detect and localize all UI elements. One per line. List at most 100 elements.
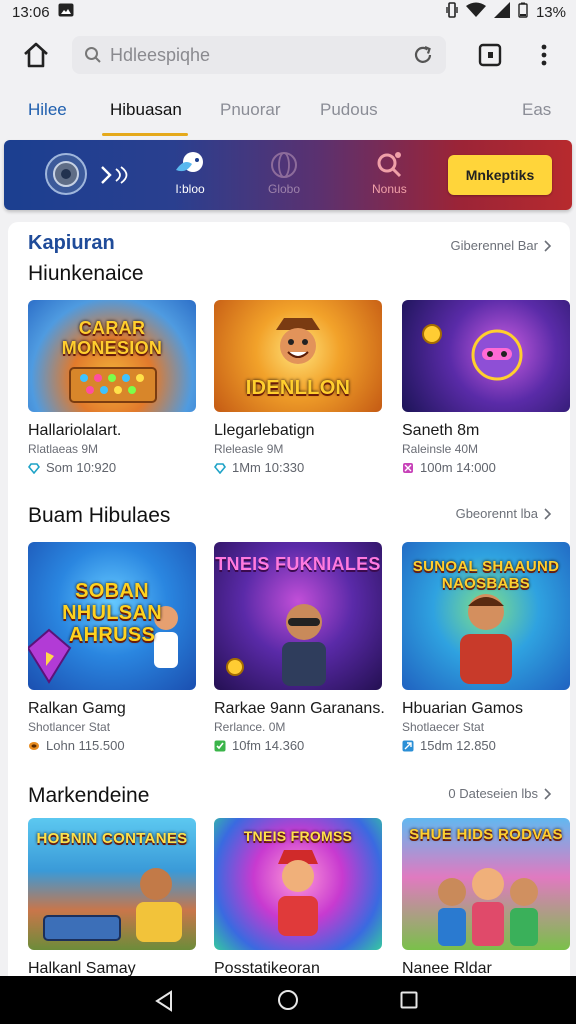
banner-item-search[interactable]: Nonus bbox=[372, 150, 407, 196]
card-meta-text: 10fm 14.360 bbox=[232, 738, 305, 753]
home-button[interactable] bbox=[20, 40, 52, 70]
card-title: Ralkan Gamg bbox=[28, 700, 126, 717]
chevron-right-icon bbox=[101, 166, 128, 184]
recents-button[interactable] bbox=[400, 991, 418, 1014]
card-meta: 1Mm 10:330 bbox=[214, 460, 382, 475]
back-icon bbox=[155, 990, 172, 1012]
game-thumbnail bbox=[402, 300, 570, 412]
chevron-right-icon bbox=[544, 239, 552, 252]
banner-item-globe[interactable]: Globo bbox=[268, 150, 300, 196]
tab-4[interactable]: Eas bbox=[522, 100, 551, 120]
banner-item-arrow[interactable] bbox=[100, 164, 134, 186]
bird-icon bbox=[176, 152, 203, 172]
battery-icon bbox=[518, 2, 528, 22]
section-2-see-all[interactable]: 0 Dateseien lbs bbox=[448, 786, 552, 801]
banner-cta-button[interactable]: Mnkeptiks bbox=[448, 155, 552, 195]
character-icon bbox=[276, 318, 320, 364]
tab-1[interactable]: Hibuasan bbox=[110, 100, 182, 120]
card-title: Nanee Rldar bbox=[402, 960, 492, 976]
card-title: Halkanl Samay bbox=[28, 960, 136, 976]
game-thumbnail: SHUE HIDS RODVAS bbox=[402, 818, 570, 950]
section-0-card-0[interactable]: CARAR MONESION Hallariolalart. Rlatlaeas… bbox=[28, 300, 196, 475]
speaker-icon bbox=[45, 153, 87, 195]
card-subtitle: Rlatlaeas 9M bbox=[28, 442, 99, 456]
vibrate-icon bbox=[446, 2, 458, 22]
thumbnail-caption: TNEIS FROMSS bbox=[243, 828, 353, 844]
section-0-title: Hiunkenaice bbox=[28, 262, 144, 285]
section-0-card-1[interactable]: IDENLLON Llegarlebatign Rleleasle 9M 1Mm… bbox=[214, 300, 382, 475]
banner-item-search-label: Nonus bbox=[372, 182, 407, 196]
home-nav-button[interactable] bbox=[276, 988, 300, 1017]
card-subtitle: Rerlance. 0M bbox=[214, 720, 286, 734]
section-0-see-all[interactable]: Giberennel Bar bbox=[451, 238, 552, 253]
card-meta-text: 15dm 12.850 bbox=[420, 738, 496, 753]
back-button[interactable] bbox=[154, 990, 174, 1017]
banner-item-speaker[interactable] bbox=[44, 152, 88, 196]
tab-0[interactable]: Hilee bbox=[28, 100, 67, 120]
section-1-card-2[interactable]: SUNOAL SHAAUND NAOSBABS Hbuarian Gamos S… bbox=[402, 542, 570, 753]
character-icon bbox=[460, 594, 512, 684]
overflow-menu-button[interactable] bbox=[534, 42, 554, 68]
diamond-icon bbox=[214, 462, 226, 474]
banner-item-bird-label: I:bloo bbox=[175, 182, 205, 196]
chevron-right-icon bbox=[544, 787, 552, 800]
system-navigation-bar bbox=[0, 976, 576, 1024]
section-1: Buam Hibulaes Gbeorennt lba SOBAN NHULSA… bbox=[8, 500, 570, 770]
thumbnail-caption: SOBAN NHULSAN AHRUSS bbox=[62, 580, 162, 646]
card-meta-text: 100m 14:000 bbox=[420, 460, 496, 475]
image-notification-icon bbox=[58, 3, 74, 21]
reload-icon[interactable] bbox=[412, 44, 434, 66]
card-meta: Som 10:920 bbox=[28, 460, 196, 475]
game-thumbnail: TNEIS FROMSS bbox=[214, 818, 382, 950]
character-icon bbox=[278, 850, 318, 936]
search-icon bbox=[377, 152, 402, 178]
card-meta: 15dm 12.850 bbox=[402, 738, 570, 753]
globe-icon bbox=[271, 152, 298, 178]
card-title: Posstatikeoran bbox=[214, 960, 320, 976]
address-text: Hdleespiqhe bbox=[110, 44, 211, 65]
content-panel: Kapiuran Giberennel Bar Hiunkenaice CARA… bbox=[8, 222, 570, 976]
thumbnail-caption: SHUE HIDS RODVAS bbox=[409, 826, 563, 843]
signal-icon bbox=[493, 2, 510, 22]
section-2-card-1[interactable]: TNEIS FROMSS Posstatikeoran bbox=[214, 818, 382, 976]
more-vert-icon bbox=[541, 44, 547, 66]
characters-icon bbox=[438, 868, 538, 946]
diamond-icon bbox=[28, 462, 40, 474]
banner-item-bird[interactable]: I:bloo bbox=[170, 150, 210, 196]
coin-icon bbox=[422, 324, 442, 344]
game-thumbnail: HOBNIN CONTANES bbox=[28, 818, 196, 950]
section-0-card-2[interactable]: Saneth 8m Raleinsle 40M 100m 14:000 bbox=[402, 300, 570, 475]
status-bar: 13:06 13% bbox=[0, 0, 576, 24]
home-icon bbox=[24, 42, 48, 68]
card-meta: 100m 14:000 bbox=[402, 460, 570, 475]
address-bar[interactable]: Hdleespiqhe bbox=[72, 36, 446, 74]
character-icon bbox=[282, 604, 326, 686]
section-2-see-all-label: 0 Dateseien lbs bbox=[448, 786, 538, 801]
section-1-card-1[interactable]: TNEIS FUKNIALES Rarkae 9ann Garanans. Re… bbox=[214, 542, 385, 753]
section-2: Markendeine 0 Dateseien lbs HOBNIN CONTA… bbox=[8, 780, 570, 976]
tab-switcher-button[interactable] bbox=[476, 42, 504, 68]
section-2-title: Markendeine bbox=[28, 784, 150, 807]
tab-2[interactable]: Pnuorar bbox=[220, 100, 280, 120]
browser-toolbar: Hdleespiqhe bbox=[0, 30, 576, 80]
status-left: 13:06 bbox=[12, 3, 74, 21]
game-board-icon bbox=[69, 367, 157, 403]
card-title: Hallariolalart. bbox=[28, 422, 122, 439]
section-2-card-0[interactable]: HOBNIN CONTANES Halkanl Samay bbox=[28, 818, 196, 976]
section-0-kicker: Kapiuran bbox=[28, 232, 115, 254]
thumbnail-caption: SUNOAL SHAAUND NAOSBABS bbox=[412, 558, 560, 592]
section-2-card-2[interactable]: SHUE HIDS RODVAS Nanee Rldar bbox=[402, 818, 570, 976]
wifi-icon bbox=[465, 2, 486, 22]
grid-icon bbox=[403, 462, 413, 473]
coin-icon bbox=[226, 658, 244, 676]
section-1-card-0[interactable]: SOBAN NHULSAN AHRUSS Ralkan Gamg Shotlan… bbox=[28, 542, 196, 753]
game-thumbnail: TNEIS FUKNIALES bbox=[214, 542, 382, 690]
section-1-see-all[interactable]: Gbeorennt lba bbox=[456, 506, 552, 521]
card-title: Rarkae 9ann Garanans. bbox=[214, 700, 385, 717]
card-meta-text: Som 10:920 bbox=[46, 460, 117, 475]
game-board-icon bbox=[43, 915, 121, 941]
recents-icon bbox=[400, 991, 418, 1009]
status-time: 13:06 bbox=[12, 3, 50, 21]
card-meta: 10fm 14.360 bbox=[214, 738, 382, 753]
tab-3[interactable]: Pudous bbox=[320, 100, 378, 120]
